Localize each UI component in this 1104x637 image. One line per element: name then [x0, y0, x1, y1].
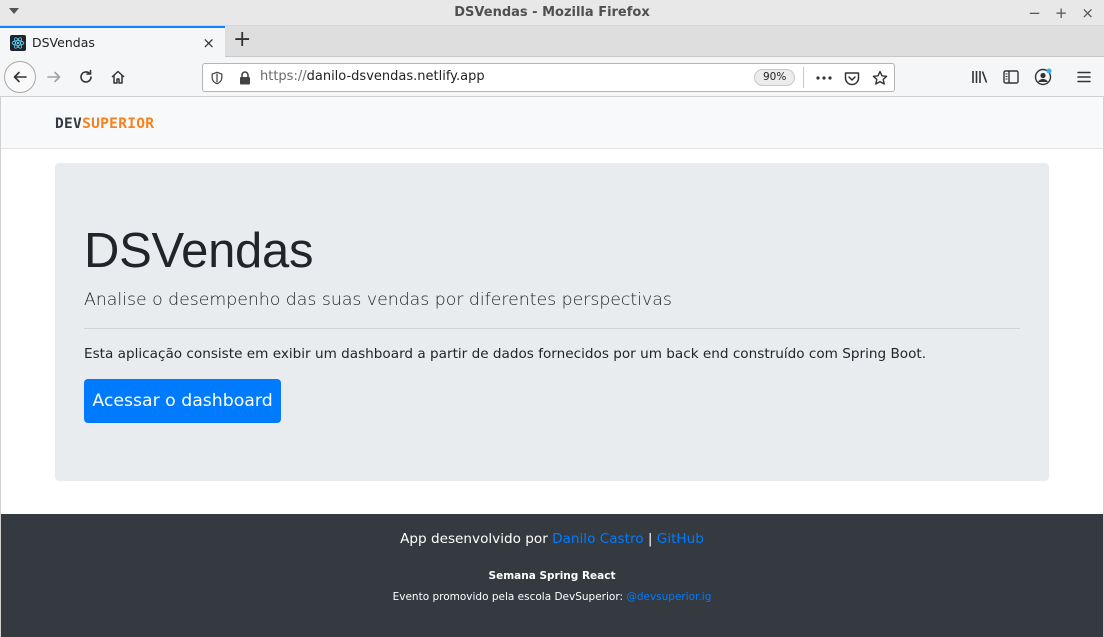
- devsuperior-logo[interactable]: DEVSUPERIOR: [55, 116, 154, 132]
- logo-dev-text: DEV: [55, 116, 83, 132]
- window-title: DSVendas - Mozilla Firefox: [454, 5, 650, 20]
- pocket-icon[interactable]: [842, 68, 862, 88]
- tab-dsvendas[interactable]: DSVendas ×: [0, 26, 225, 57]
- tab-strip: DSVendas × +: [0, 26, 1104, 57]
- page-content: DEVSUPERIOR DSVendas Analise o desempenh…: [0, 97, 1104, 637]
- forward-button[interactable]: [38, 61, 70, 93]
- author-link[interactable]: Danilo Castro: [552, 531, 643, 547]
- reload-button[interactable]: [70, 61, 102, 93]
- tab-title: DSVendas: [32, 35, 95, 50]
- footer-event-title: Semana Spring React: [488, 570, 616, 582]
- instagram-link[interactable]: @devsuperior.ig: [626, 591, 711, 603]
- close-window-button[interactable]: ×: [1081, 4, 1094, 22]
- bookmark-star-icon[interactable]: [870, 68, 890, 88]
- back-arrow-icon: [13, 71, 27, 83]
- sidebar-icon[interactable]: [1000, 66, 1022, 88]
- site-header: DEVSUPERIOR: [1, 97, 1103, 149]
- forward-arrow-icon: [47, 71, 61, 83]
- url-bar[interactable]: https://danilo-dsvendas.netlify.app 90%: [202, 63, 895, 92]
- divider: [84, 328, 1020, 329]
- page-description: Esta aplicação consiste em exibir um das…: [84, 346, 927, 362]
- url-host: danilo-dsvendas.netlify.app: [306, 69, 485, 84]
- site-footer: App desenvolvido por Danilo Castro | Git…: [1, 514, 1103, 637]
- url-separator: [803, 67, 804, 88]
- footer-event-info: Evento promovido pela escola DevSuperior…: [1, 591, 1103, 603]
- page-lead: Analise o desempenho das suas vendas por…: [84, 290, 672, 310]
- react-icon: [10, 34, 26, 51]
- footer-developed-by: App desenvolvido por: [400, 531, 553, 547]
- url-protocol: https://: [260, 69, 307, 84]
- access-dashboard-button[interactable]: Acessar o dashboard: [84, 379, 281, 423]
- minimize-button[interactable]: −: [1028, 4, 1041, 22]
- hamburger-menu-icon[interactable]: [1073, 66, 1095, 88]
- footer-event-text: Evento promovido pela escola DevSuperior…: [392, 591, 627, 603]
- account-icon[interactable]: [1032, 66, 1054, 88]
- lock-icon[interactable]: [235, 68, 255, 88]
- new-tab-button[interactable]: +: [233, 28, 251, 52]
- navigation-toolbar: https://danilo-dsvendas.netlify.app 90%: [0, 57, 1104, 97]
- maximize-button[interactable]: +: [1055, 4, 1068, 22]
- home-button[interactable]: [102, 61, 134, 93]
- window-menu-icon[interactable]: [9, 8, 19, 14]
- github-link[interactable]: GitHub: [657, 531, 704, 547]
- footer-separator: |: [643, 531, 657, 547]
- page-actions-icon[interactable]: [814, 68, 834, 88]
- window-titlebar: DSVendas - Mozilla Firefox − + ×: [0, 0, 1104, 26]
- back-button[interactable]: [4, 61, 36, 93]
- shield-icon[interactable]: [207, 68, 227, 88]
- logo-superior-text: SUPERIOR: [82, 116, 155, 132]
- page-title: DSVendas: [84, 224, 314, 278]
- url-text[interactable]: https://danilo-dsvendas.netlify.app: [260, 69, 485, 84]
- jumbotron: DSVendas Analise o desempenho das suas v…: [55, 163, 1049, 481]
- close-tab-icon[interactable]: ×: [202, 34, 215, 52]
- library-icon[interactable]: [969, 66, 991, 88]
- footer-credits: App desenvolvido por Danilo Castro | Git…: [1, 531, 1103, 547]
- zoom-level-badge[interactable]: 90%: [754, 69, 796, 86]
- home-icon: [111, 70, 125, 84]
- reload-icon: [80, 69, 92, 83]
